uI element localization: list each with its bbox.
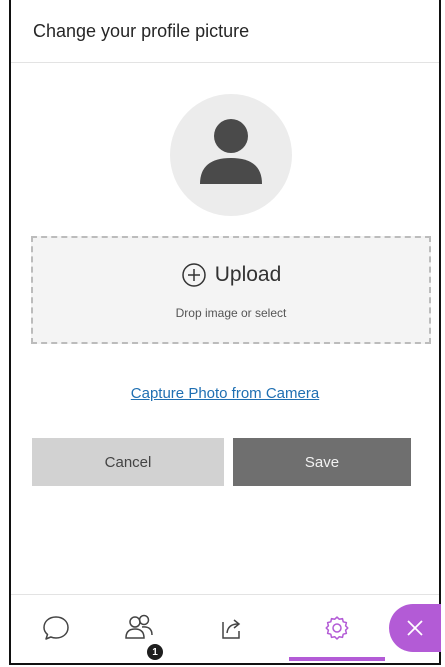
tab-attendees[interactable]: 1 <box>104 595 174 661</box>
upload-row: Upload <box>33 262 429 288</box>
share-icon <box>222 619 241 639</box>
active-tab-indicator <box>289 657 385 661</box>
close-icon <box>407 620 423 636</box>
user-silhouette-icon <box>200 119 262 184</box>
save-button[interactable]: Save <box>233 438 411 486</box>
bottom-toolbar: 1 <box>11 594 441 663</box>
upload-dropzone[interactable]: Upload Drop image or select <box>31 236 431 344</box>
tab-chat[interactable] <box>21 595 91 661</box>
upload-label: Upload <box>214 263 282 286</box>
capture-photo-link[interactable]: Capture Photo from Camera <box>11 385 439 402</box>
panel-header: Change your profile picture <box>11 0 439 63</box>
plus-circle-icon <box>181 263 206 287</box>
people-icon <box>125 614 153 639</box>
attendee-count-badge: 1 <box>147 644 163 660</box>
close-button[interactable] <box>389 604 441 652</box>
drop-hint: Drop image or select <box>175 306 287 320</box>
chat-bubble-icon <box>43 616 69 640</box>
profile-picture-panel: Change your profile picture Upload Drop … <box>9 0 441 665</box>
tab-settings[interactable] <box>289 595 385 661</box>
avatar <box>170 94 292 216</box>
gear-icon <box>325 616 349 640</box>
attendees-icon-wrap: 1 <box>109 608 169 660</box>
page-title: Change your profile picture <box>33 20 250 41</box>
tab-share[interactable] <box>196 595 266 661</box>
cancel-button[interactable]: Cancel <box>32 438 224 486</box>
